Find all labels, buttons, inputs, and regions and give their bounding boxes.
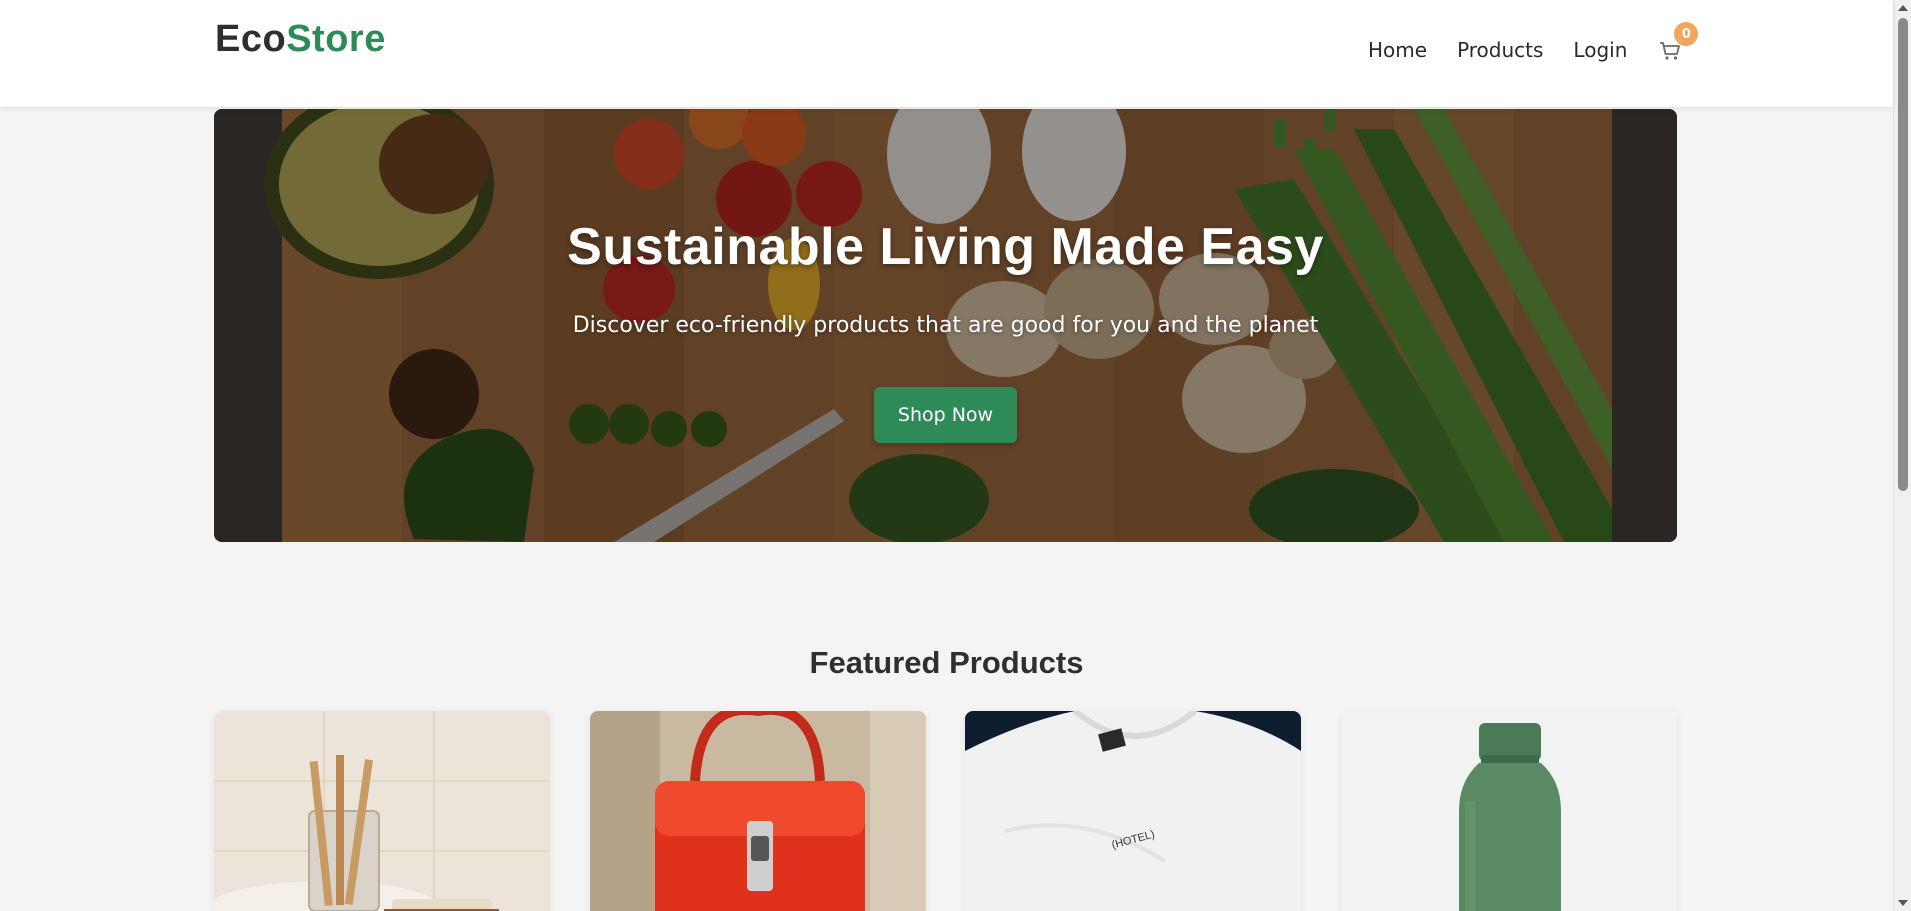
page: EcoStore Home Products Login 0 Sustainab… <box>0 0 1911 911</box>
scrollbar-thumb[interactable] <box>1898 18 1908 491</box>
logo[interactable]: EcoStore <box>215 18 386 61</box>
logo-store: Store <box>286 18 386 60</box>
hero-subtitle: Discover eco-friendly products that are … <box>572 313 1319 338</box>
product-grid: (HOTEL) <box>214 711 1677 911</box>
scroll-down-arrow-icon[interactable] <box>1898 900 1908 906</box>
product-card[interactable] <box>590 711 926 911</box>
product-card[interactable] <box>1341 711 1677 911</box>
cart-button[interactable]: 0 <box>1659 22 1699 63</box>
nav-login-link[interactable]: Login <box>1573 37 1627 63</box>
site-header: EcoStore Home Products Login 0 <box>0 0 1893 108</box>
logo-eco: Eco <box>215 18 287 60</box>
nav-home-link[interactable]: Home <box>1368 37 1427 63</box>
featured-products-title: Featured Products <box>809 645 1084 680</box>
scroll-up-arrow-icon[interactable] <box>1898 5 1908 11</box>
shop-now-button[interactable]: Shop Now <box>874 387 1017 443</box>
product-card[interactable] <box>214 711 550 911</box>
bamboo-toothbrushes-image <box>214 711 550 911</box>
nav-products-link[interactable]: Products <box>1457 37 1543 63</box>
product-card[interactable]: (HOTEL) <box>965 711 1301 911</box>
hero-banner: Sustainable Living Made Easy Discover ec… <box>214 109 1677 542</box>
vertical-scrollbar[interactable] <box>1893 0 1911 911</box>
white-tshirt-image: (HOTEL) <box>965 711 1301 911</box>
red-handbag-image <box>590 711 926 911</box>
main-nav: Home Products Login 0 <box>1368 22 1699 63</box>
hero-title: Sustainable Living Made Easy <box>567 218 1324 276</box>
cart-icon <box>1660 42 1681 60</box>
cart-count-badge: 0 <box>1674 22 1699 46</box>
green-water-bottle-image <box>1341 711 1677 911</box>
